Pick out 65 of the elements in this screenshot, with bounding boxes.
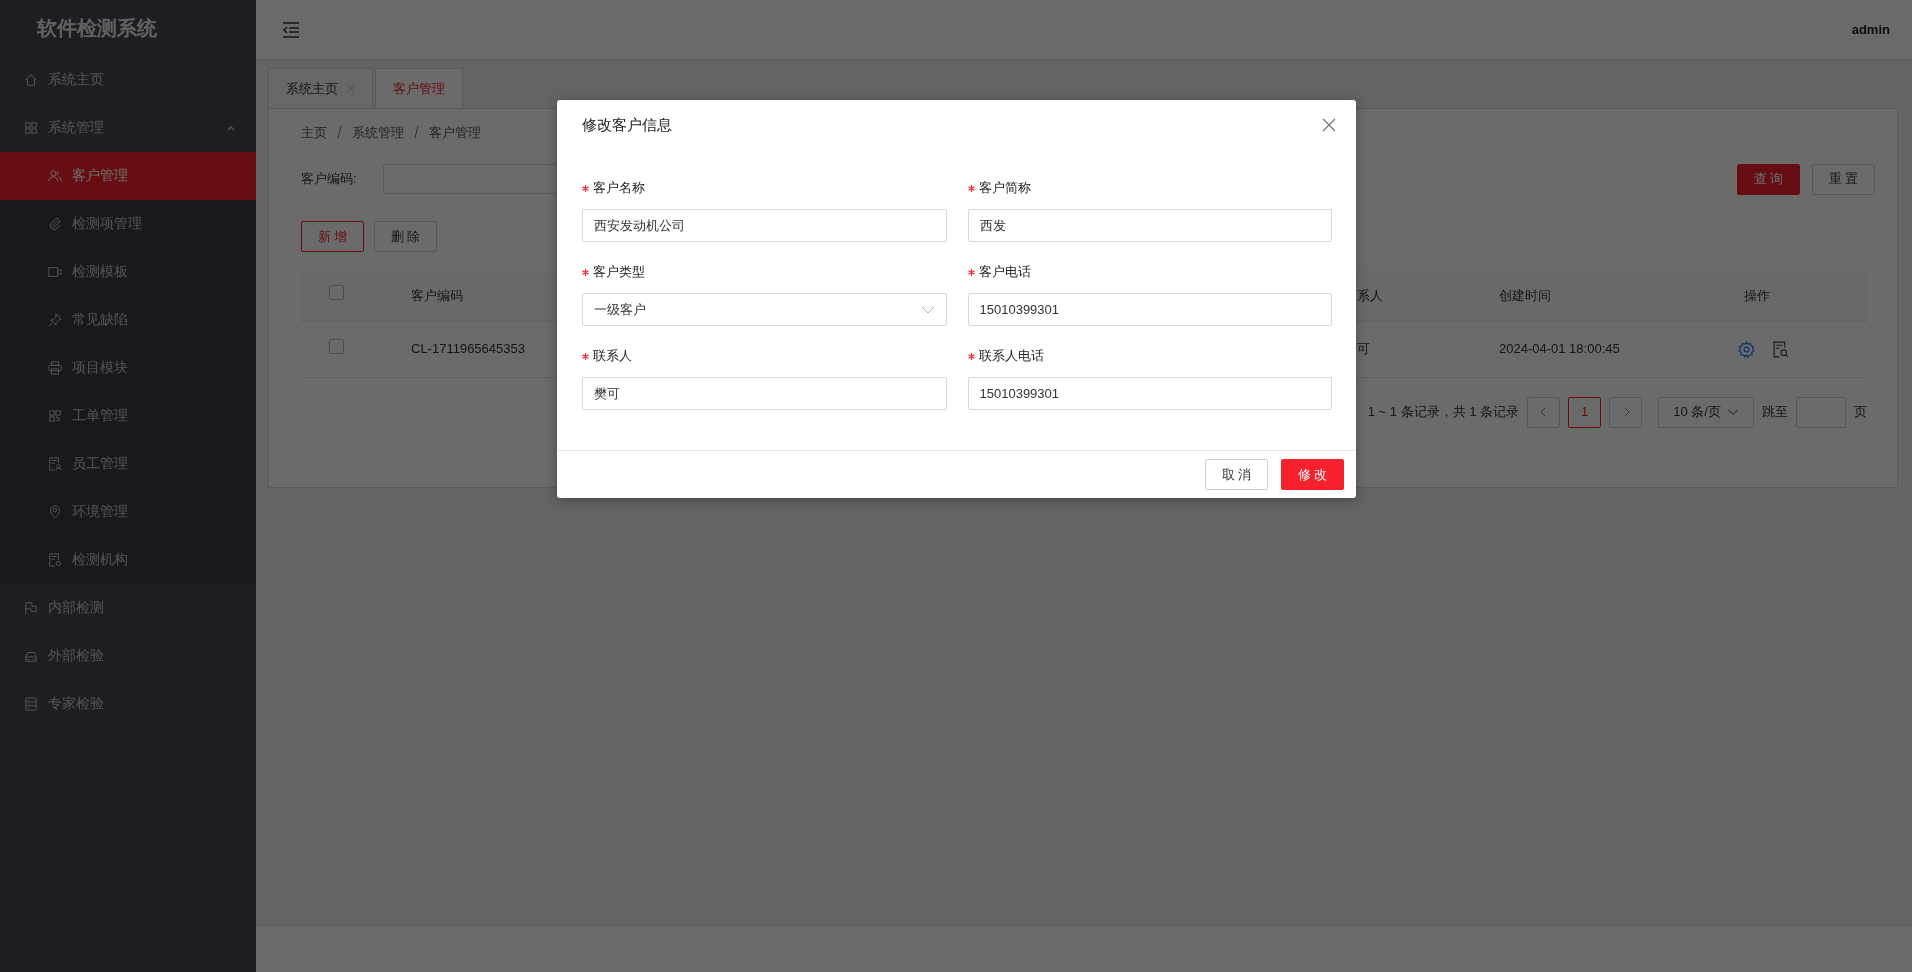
field-label: 联系人 (593, 347, 632, 366)
car-icon (24, 649, 38, 663)
input-field[interactable]: 西发 (967, 209, 1332, 242)
field-label: 客户名称 (593, 179, 645, 198)
input-field[interactable]: 15010399301 (967, 377, 1332, 410)
pushpin-icon (48, 313, 62, 327)
tab[interactable]: 客户管理 (375, 68, 463, 108)
column-header: 客户编码 (411, 287, 463, 303)
column-header: 系人 (1357, 287, 1383, 303)
home-icon (24, 73, 38, 87)
search-button[interactable]: 查 询 (1737, 163, 1800, 195)
video-camera-icon (48, 265, 62, 279)
server-icon (24, 697, 38, 711)
breadcrumb-separator-icon (412, 125, 421, 139)
document-person-icon (48, 457, 62, 471)
page-unit-label: 页 (1854, 403, 1867, 422)
dialog-title: 修改客户信息 (582, 115, 672, 135)
breadcrumb-link[interactable]: 主页 (301, 123, 327, 157)
input-field[interactable]: 樊可 (582, 377, 947, 410)
flag-icon (24, 601, 38, 615)
checkbox[interactable] (328, 285, 344, 300)
breadcrumb-current: 客户管理 (429, 124, 481, 142)
table-cell: CL-1711965645353 (411, 341, 525, 357)
menu-item[interactable]: 客户管理 (0, 152, 256, 200)
input-field[interactable]: 15010399301 (967, 293, 1332, 326)
chevron-down-icon (1726, 406, 1739, 418)
checkbox[interactable] (328, 338, 344, 354)
field-label: 客户编码: (301, 170, 358, 189)
document-search-icon[interactable] (1772, 340, 1789, 358)
printer-icon (48, 361, 62, 375)
breadcrumb-link[interactable]: 系统管理 (352, 123, 404, 157)
submit-button[interactable]: 修 改 (1281, 459, 1344, 490)
grid-icon (24, 121, 38, 135)
users-icon (48, 169, 62, 183)
table-cell: 可 (1357, 341, 1370, 357)
select-field[interactable]: 一级客户 (582, 293, 947, 326)
page-size-select[interactable]: 10 条/页 (1658, 396, 1754, 428)
paperclip-icon (48, 217, 62, 231)
column-header: 创建时间 (1499, 287, 1551, 303)
breadcrumb-separator-icon (335, 125, 344, 139)
user-name[interactable]: admin (1851, 19, 1890, 40)
cancel-button[interactable]: 取 消 (1205, 459, 1268, 490)
add-button[interactable]: 新 增 (301, 221, 364, 252)
field-label: 客户类型 (593, 263, 645, 282)
previous-page-button[interactable] (1527, 396, 1560, 428)
close-icon[interactable] (1322, 118, 1336, 132)
page-button[interactable]: 1 (1568, 396, 1601, 428)
next-page-button[interactable] (1609, 396, 1642, 428)
menu-icon[interactable] (282, 21, 300, 38)
field-label: 联系人电话 (978, 347, 1044, 366)
column-header: 操作 (1744, 287, 1770, 303)
document-icon (48, 553, 62, 567)
app-title: 软件检测系统 (35, 16, 158, 41)
field-label: 客户简称 (978, 179, 1031, 198)
qr-code-icon (48, 409, 62, 423)
delete-button[interactable]: 删 除 (374, 221, 437, 252)
input-field[interactable]: 西安发动机公司 (582, 209, 947, 242)
reset-button[interactable]: 重 置 (1812, 163, 1875, 195)
tab[interactable]: 系统主页 (268, 68, 373, 108)
location-pin-icon (48, 505, 62, 519)
field-label: 客户电话 (978, 263, 1031, 282)
jump-label: 跳至 (1762, 403, 1788, 422)
table-cell: 2024-04-01 18:00:45 (1499, 341, 1620, 357)
pagination-summary: 1 ~ 1 条记录，共 1 条记录 (1367, 403, 1519, 422)
settings-icon[interactable] (1738, 340, 1755, 358)
